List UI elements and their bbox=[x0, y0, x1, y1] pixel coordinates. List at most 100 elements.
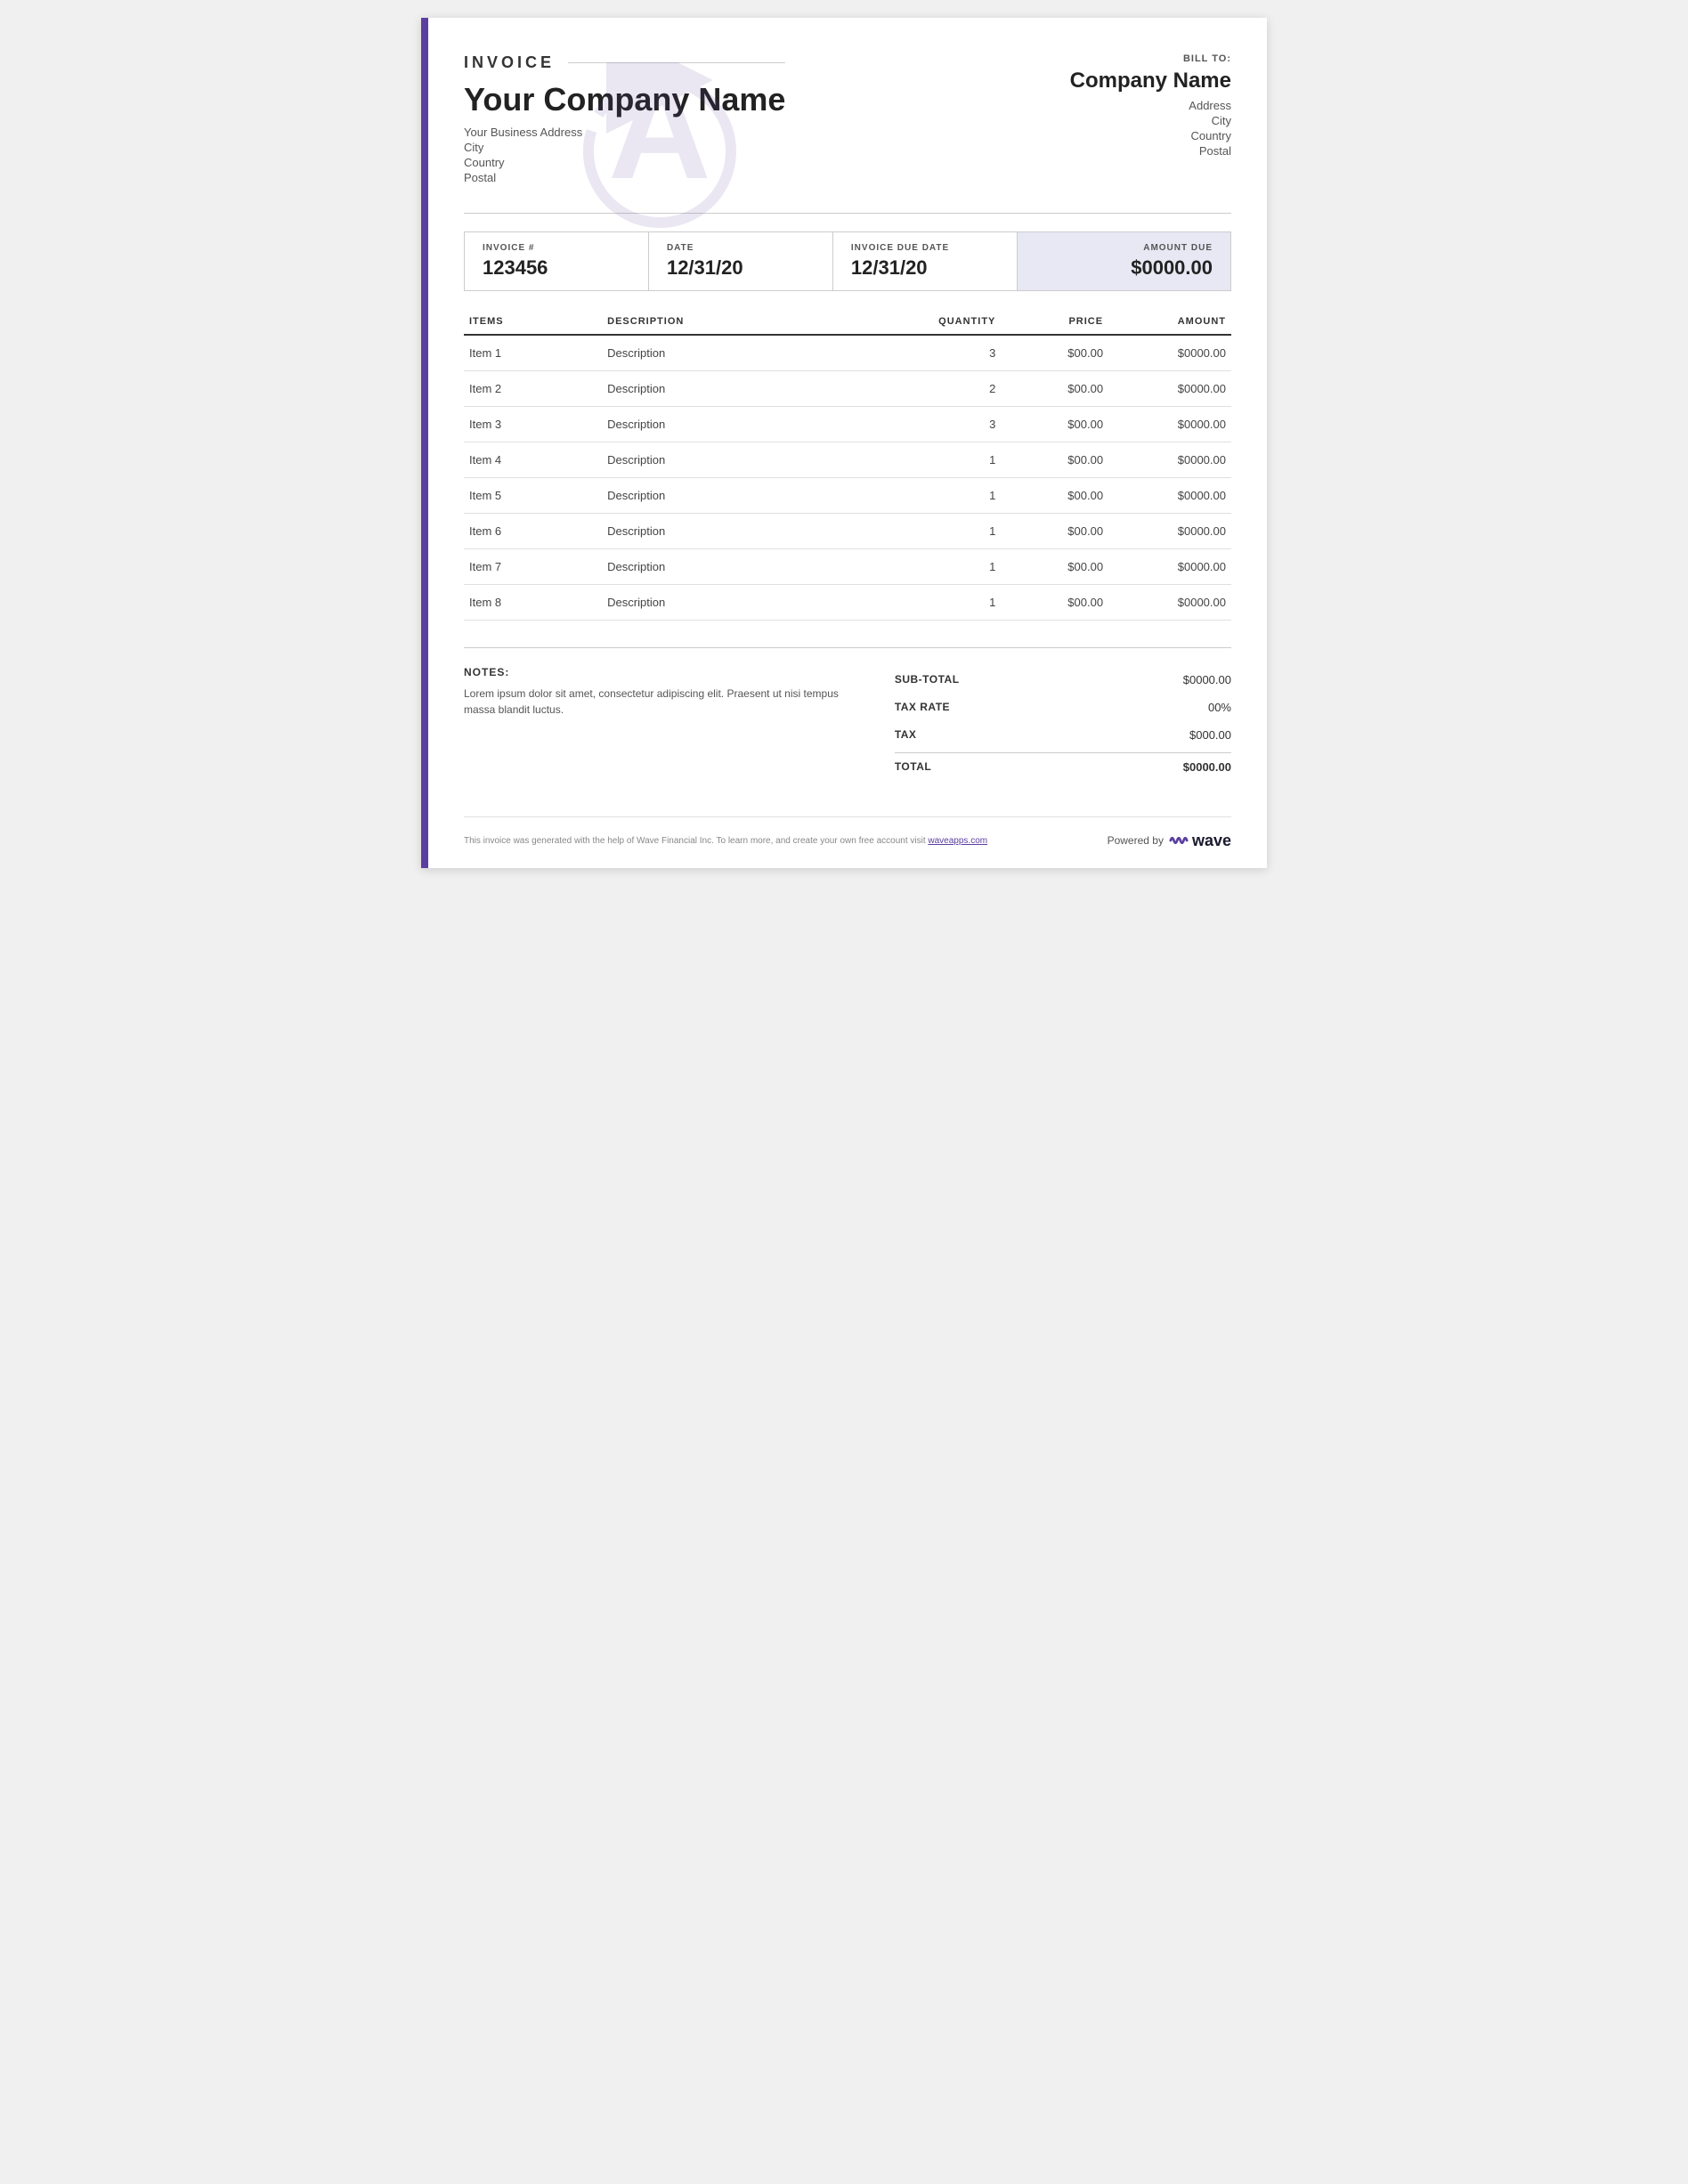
wave-logo: wave bbox=[1169, 831, 1231, 850]
items-section: ITEMS DESCRIPTION QUANTITY PRICE AMOUNT … bbox=[464, 309, 1231, 621]
table-row: Item 4 Description 1 $00.00 $0000.00 bbox=[464, 442, 1231, 478]
date-value: 12/31/20 bbox=[667, 256, 815, 280]
tax-rate-row: TAX RATE 00% bbox=[895, 694, 1231, 721]
company-postal: Postal bbox=[464, 171, 785, 184]
notes-col: NOTES: Lorem ipsum dolor sit amet, conse… bbox=[464, 666, 868, 781]
col-header-description: DESCRIPTION bbox=[602, 309, 924, 335]
bill-to-label: BILL TO: bbox=[1070, 53, 1231, 64]
item-price-2: $00.00 bbox=[1001, 371, 1108, 407]
bill-to-company: Company Name bbox=[1070, 69, 1231, 93]
amount-due-value: $0000.00 bbox=[1035, 256, 1213, 280]
due-date-cell: INVOICE DUE DATE 12/31/20 bbox=[833, 232, 1018, 290]
notes-label: NOTES: bbox=[464, 666, 868, 678]
table-row: Item 3 Description 3 $00.00 $0000.00 bbox=[464, 407, 1231, 442]
bill-to-section: BILL TO: Company Name Address City Count… bbox=[1070, 53, 1231, 159]
item-price-6: $00.00 bbox=[1001, 514, 1108, 549]
tax-value: $000.00 bbox=[1189, 728, 1231, 742]
item-qty-7: 1 bbox=[924, 549, 1001, 585]
footer: This invoice was generated with the help… bbox=[464, 816, 1231, 850]
item-price-5: $00.00 bbox=[1001, 478, 1108, 514]
item-qty-8: 1 bbox=[924, 585, 1001, 621]
invoice-num-label: INVOICE # bbox=[483, 243, 630, 253]
invoice-page: INVOICE Your Company Name Your Business … bbox=[421, 18, 1267, 868]
wave-icon bbox=[1169, 831, 1189, 850]
item-amount-6: $0000.00 bbox=[1108, 514, 1231, 549]
item-price-4: $00.00 bbox=[1001, 442, 1108, 478]
table-row: Item 5 Description 1 $00.00 $0000.00 bbox=[464, 478, 1231, 514]
subtotal-label: SUB-TOTAL bbox=[895, 673, 960, 686]
subtotal-value: $0000.00 bbox=[1183, 673, 1231, 686]
item-amount-4: $0000.00 bbox=[1108, 442, 1231, 478]
table-row: Item 2 Description 2 $00.00 $0000.00 bbox=[464, 371, 1231, 407]
item-desc-5: Description bbox=[602, 478, 924, 514]
item-price-7: $00.00 bbox=[1001, 549, 1108, 585]
item-desc-3: Description bbox=[602, 407, 924, 442]
item-name-4: Item 4 bbox=[464, 442, 602, 478]
table-row: Item 6 Description 1 $00.00 $0000.00 bbox=[464, 514, 1231, 549]
item-qty-6: 1 bbox=[924, 514, 1001, 549]
item-amount-3: $0000.00 bbox=[1108, 407, 1231, 442]
bill-to-country: Country bbox=[1070, 129, 1231, 142]
invoice-number-cell: INVOICE # 123456 bbox=[465, 232, 649, 290]
bill-to-city: City bbox=[1070, 114, 1231, 127]
invoice-label: INVOICE bbox=[464, 53, 555, 72]
item-qty-3: 3 bbox=[924, 407, 1001, 442]
item-desc-6: Description bbox=[602, 514, 924, 549]
footer-text-content: This invoice was generated with the help… bbox=[464, 836, 926, 846]
invoice-num-value: 123456 bbox=[483, 256, 630, 280]
company-details: Your Business Address City Country Posta… bbox=[464, 126, 785, 184]
col-header-quantity: QUANTITY bbox=[924, 309, 1001, 335]
accent-bar bbox=[421, 18, 428, 868]
item-desc-2: Description bbox=[602, 371, 924, 407]
col-header-price: PRICE bbox=[1001, 309, 1108, 335]
item-amount-7: $0000.00 bbox=[1108, 549, 1231, 585]
bill-to-details: Address City Country Postal bbox=[1070, 99, 1231, 158]
company-col: INVOICE Your Company Name Your Business … bbox=[464, 53, 785, 186]
total-row: TOTAL $0000.00 bbox=[895, 752, 1231, 781]
col-header-amount: AMOUNT bbox=[1108, 309, 1231, 335]
item-desc-8: Description bbox=[602, 585, 924, 621]
item-name-1: Item 1 bbox=[464, 335, 602, 371]
item-price-8: $00.00 bbox=[1001, 585, 1108, 621]
table-row: Item 1 Description 3 $00.00 $0000.00 bbox=[464, 335, 1231, 371]
bill-to-postal: Postal bbox=[1070, 144, 1231, 158]
subtotal-row: SUB-TOTAL $0000.00 bbox=[895, 666, 1231, 694]
company-address: Your Business Address bbox=[464, 126, 785, 139]
item-amount-2: $0000.00 bbox=[1108, 371, 1231, 407]
item-name-2: Item 2 bbox=[464, 371, 602, 407]
item-price-1: $00.00 bbox=[1001, 335, 1108, 371]
date-cell: DATE 12/31/20 bbox=[649, 232, 833, 290]
notes-text: Lorem ipsum dolor sit amet, consectetur … bbox=[464, 686, 868, 718]
item-amount-1: $0000.00 bbox=[1108, 335, 1231, 371]
footer-link[interactable]: waveapps.com bbox=[928, 836, 987, 846]
item-amount-5: $0000.00 bbox=[1108, 478, 1231, 514]
header-section: INVOICE Your Company Name Your Business … bbox=[464, 53, 1231, 214]
item-name-5: Item 5 bbox=[464, 478, 602, 514]
item-desc-4: Description bbox=[602, 442, 924, 478]
item-name-6: Item 6 bbox=[464, 514, 602, 549]
invoice-info-bar: INVOICE # 123456 DATE 12/31/20 INVOICE D… bbox=[464, 231, 1231, 291]
footer-text: This invoice was generated with the help… bbox=[464, 836, 987, 846]
amount-due-cell: AMOUNT DUE $0000.00 bbox=[1018, 232, 1230, 290]
item-name-7: Item 7 bbox=[464, 549, 602, 585]
item-qty-5: 1 bbox=[924, 478, 1001, 514]
tax-rate-value: 00% bbox=[1208, 701, 1231, 714]
total-label: TOTAL bbox=[895, 760, 931, 774]
item-price-3: $00.00 bbox=[1001, 407, 1108, 442]
table-row: Item 8 Description 1 $00.00 $0000.00 bbox=[464, 585, 1231, 621]
item-desc-7: Description bbox=[602, 549, 924, 585]
company-name: Your Company Name bbox=[464, 81, 785, 118]
company-city: City bbox=[464, 141, 785, 154]
amount-due-label: AMOUNT DUE bbox=[1035, 243, 1213, 253]
wave-label: wave bbox=[1192, 832, 1231, 850]
col-header-items: ITEMS bbox=[464, 309, 602, 335]
bottom-section: NOTES: Lorem ipsum dolor sit amet, conse… bbox=[464, 647, 1231, 781]
tax-rate-label: TAX RATE bbox=[895, 701, 950, 714]
item-qty-2: 2 bbox=[924, 371, 1001, 407]
bill-to-address: Address bbox=[1070, 99, 1231, 112]
item-amount-8: $0000.00 bbox=[1108, 585, 1231, 621]
tax-row: TAX $000.00 bbox=[895, 721, 1231, 749]
powered-by: Powered by wave bbox=[1108, 831, 1231, 850]
item-qty-4: 1 bbox=[924, 442, 1001, 478]
items-table: ITEMS DESCRIPTION QUANTITY PRICE AMOUNT … bbox=[464, 309, 1231, 621]
